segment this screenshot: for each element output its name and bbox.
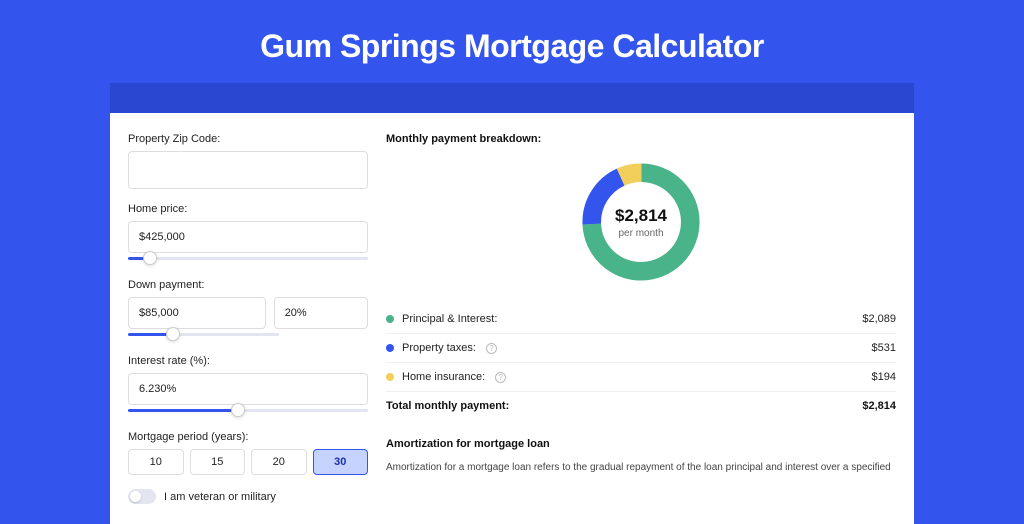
mortgage-period-options: 10152030 — [128, 449, 368, 475]
amortization-title: Amortization for mortgage loan — [386, 438, 896, 450]
donut-center-value: $2,814 — [615, 206, 667, 226]
slider-thumb[interactable] — [231, 403, 245, 417]
donut-center-sub: per month — [618, 228, 663, 239]
legend-label: Property taxes: — [402, 342, 476, 354]
zip-input[interactable] — [128, 151, 368, 189]
slider-thumb[interactable] — [166, 327, 180, 341]
interest-rate-slider[interactable] — [128, 405, 368, 417]
legend-dot — [386, 344, 394, 352]
mortgage-period-label: Mortgage period (years): — [128, 431, 368, 443]
down-payment-field: Down payment: — [128, 279, 368, 341]
legend-label: Principal & Interest: — [402, 313, 497, 325]
interest-rate-field: Interest rate (%): — [128, 355, 368, 417]
legend-dot — [386, 373, 394, 381]
legend-value: $2,089 — [862, 313, 896, 325]
breakdown-column: Monthly payment breakdown: $2,814 per mo… — [386, 133, 896, 504]
legend-label: Home insurance: — [402, 371, 485, 383]
mortgage-period-option-15[interactable]: 15 — [190, 449, 246, 475]
home-price-label: Home price: — [128, 203, 368, 215]
page-title: Gum Springs Mortgage Calculator — [0, 0, 1024, 83]
total-label: Total monthly payment: — [386, 400, 509, 412]
legend-row: Home insurance:? $194 — [386, 363, 896, 392]
home-price-input[interactable] — [128, 221, 368, 253]
home-price-field: Home price: — [128, 203, 368, 265]
header-band — [110, 83, 914, 113]
zip-field: Property Zip Code: — [128, 133, 368, 189]
total-row: Total monthly payment: $2,814 — [386, 392, 896, 420]
amortization-section: Amortization for mortgage loan Amortizat… — [386, 438, 896, 475]
home-price-slider[interactable] — [128, 253, 368, 265]
legend-value: $194 — [872, 371, 896, 383]
calculator-card: Property Zip Code: Home price: Down paym… — [110, 113, 914, 524]
veteran-toggle-label: I am veteran or military — [164, 491, 276, 503]
info-icon[interactable]: ? — [486, 343, 497, 354]
mortgage-period-option-10[interactable]: 10 — [128, 449, 184, 475]
breakdown-legend: Principal & Interest: $2,089 Property taxe… — [386, 305, 896, 392]
amortization-text: Amortization for a mortgage loan refers … — [386, 460, 896, 475]
mortgage-period-option-20[interactable]: 20 — [251, 449, 307, 475]
down-payment-percent-input[interactable] — [274, 297, 368, 329]
info-icon[interactable]: ? — [495, 372, 506, 383]
veteran-toggle[interactable] — [128, 489, 156, 504]
down-payment-amount-input[interactable] — [128, 297, 266, 329]
total-value: $2,814 — [862, 400, 896, 412]
breakdown-title: Monthly payment breakdown: — [386, 133, 896, 145]
mortgage-period-field: Mortgage period (years): 10152030 — [128, 431, 368, 475]
legend-value: $531 — [872, 342, 896, 354]
slider-thumb[interactable] — [143, 251, 157, 265]
down-payment-slider[interactable] — [128, 329, 279, 341]
mortgage-period-option-30[interactable]: 30 — [313, 449, 369, 475]
legend-dot — [386, 315, 394, 323]
interest-rate-input[interactable] — [128, 373, 368, 405]
donut-chart: $2,814 per month — [386, 157, 896, 287]
legend-row: Principal & Interest: $2,089 — [386, 305, 896, 334]
zip-label: Property Zip Code: — [128, 133, 368, 145]
inputs-column: Property Zip Code: Home price: Down paym… — [128, 133, 368, 504]
interest-rate-label: Interest rate (%): — [128, 355, 368, 367]
legend-row: Property taxes:? $531 — [386, 334, 896, 363]
down-payment-label: Down payment: — [128, 279, 368, 291]
veteran-toggle-row: I am veteran or military — [128, 489, 368, 504]
